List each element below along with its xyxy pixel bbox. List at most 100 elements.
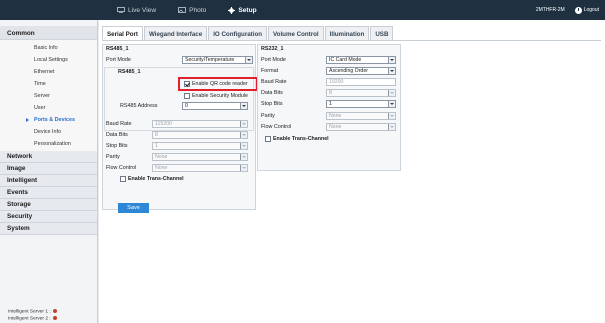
rs232-data-bits-select[interactable]: 8 [326, 89, 396, 97]
chevron-down-icon [240, 132, 247, 138]
rs485-flow-label: Flow Control [106, 165, 137, 171]
logout-label: Logout [583, 7, 599, 13]
tab-volume-control[interactable]: Volume Control [268, 26, 324, 41]
rs232-format-label: Format [261, 68, 279, 74]
rs485-port-mode-value: Security/Temperature [185, 57, 235, 63]
rs485-data-bits-select[interactable]: 8 [152, 131, 248, 139]
photo-icon [178, 7, 187, 13]
chevron-down-icon [240, 143, 247, 149]
rs232-port-mode-select[interactable]: IC Card Mode [326, 56, 396, 64]
rs485-trans-checkbox[interactable] [120, 176, 126, 182]
sidebar-item-ports-devices[interactable]: Ports & Devices [0, 114, 97, 126]
chevron-down-icon [388, 68, 395, 74]
sidebar-group-image[interactable]: Image [0, 163, 97, 175]
qr-reader-checkbox[interactable] [184, 81, 190, 87]
rs485-stop-bits-value: 1 [155, 143, 158, 149]
sidebar-group-events[interactable]: Events [0, 187, 97, 199]
sidebar-group-system[interactable]: System [0, 223, 97, 235]
rs232-flow-label: Flow Control [261, 124, 292, 130]
rs232-baud-input[interactable]: 19200 [326, 78, 396, 86]
rs485-trans-label: Enable Trans-Channel [128, 176, 184, 182]
rs485-baud-select[interactable]: 115200 [152, 120, 248, 128]
rs232-data-bits-value: 8 [329, 90, 332, 96]
rs232-stop-bits-label: Stop Bits [261, 101, 283, 107]
rs485-parity-select[interactable]: None [152, 153, 248, 161]
nav-photo-label: Photo [189, 6, 207, 14]
rs232-baud-label: Baud Rate [261, 79, 287, 85]
nav-setup[interactable]: Setup [228, 6, 257, 14]
rs485-flow-select[interactable]: None [152, 164, 248, 172]
chevron-down-icon [388, 101, 395, 107]
rs485-port-mode-label: Port Mode [106, 57, 131, 63]
rs485-port-mode-select[interactable]: Security/Temperature [182, 56, 253, 64]
chevron-down-icon [388, 113, 395, 119]
tab-wiegand-interface[interactable]: Wiegand Interface [143, 26, 208, 41]
sidebar-group-network[interactable]: Network [0, 151, 97, 163]
sidebar-item-ethernet[interactable]: Ethernet [0, 66, 97, 78]
rs232-port-mode-value: IC Card Mode [329, 57, 362, 63]
rs485-baud-value: 115200 [155, 121, 172, 127]
rs232-parity-select[interactable]: None [326, 112, 396, 120]
sidebar-group-storage[interactable]: Storage [0, 199, 97, 211]
server-1-label: Intelligent Server 1 : [8, 309, 51, 315]
server-2-label: Intelligent Server 2 : [8, 316, 51, 321]
rs232-port-mode-label: Port Mode [261, 57, 286, 63]
rs485-stop-bits-label: Stop Bits [106, 143, 128, 149]
sidebar-item-server[interactable]: Server [0, 90, 97, 102]
sidebar-group-security[interactable]: Security [0, 211, 97, 223]
rs232-format-select[interactable]: Ascending Order [326, 67, 396, 75]
nav-live-view[interactable]: Live View [117, 7, 156, 14]
rs232-trans-label: Enable Trans-Channel [273, 136, 329, 142]
top-nav: Live View Photo Setup [117, 0, 279, 20]
sidebar: Common Basic Info Local Settings Etherne… [0, 20, 98, 323]
chevron-down-icon [240, 103, 247, 109]
tab-usb[interactable]: USB [370, 26, 394, 41]
rs485-address-label: RS485 Address [120, 103, 158, 109]
nav-setup-label: Setup [238, 6, 257, 14]
rs485-stop-bits-select[interactable]: 1 [152, 142, 248, 150]
rs232-flow-select[interactable]: None [326, 123, 396, 131]
nav-live-view-label: Live View [128, 6, 157, 14]
chevron-down-icon [240, 165, 247, 171]
chevron-down-icon [240, 121, 247, 127]
rs232-trans-checkbox[interactable] [265, 136, 271, 142]
sidebar-item-user[interactable]: User [0, 102, 97, 114]
rs232-parity-label: Parity [261, 113, 275, 119]
sidebar-group-common[interactable]: Common [0, 26, 97, 40]
rs485-data-bits-value: 8 [155, 132, 158, 138]
rs232-stop-bits-value: 1 [329, 101, 332, 107]
device-name: 2MTHFR-2M [535, 7, 565, 13]
chevron-down-icon [388, 57, 395, 63]
sidebar-item-device-info[interactable]: Device Info [0, 126, 97, 138]
server-2-status: Intelligent Server 2 : [8, 315, 57, 322]
nav-photo[interactable]: Photo [178, 7, 206, 14]
rs485-parity-value: None [155, 154, 168, 160]
qr-reader-label: Enable QR code reader [192, 81, 248, 87]
rs485-data-bits-label: Data Bits [106, 132, 128, 138]
security-module-checkbox[interactable] [184, 93, 190, 99]
status-dot-icon [52, 309, 57, 314]
logout-button[interactable]: Logout [574, 6, 599, 14]
tab-io-configuration[interactable]: IO Configuration [208, 26, 268, 41]
chevron-down-icon [240, 154, 247, 160]
rs485-baud-label: Baud Rate [106, 121, 132, 127]
rs485-parity-label: Parity [106, 154, 120, 160]
tab-illumination[interactable]: Illumination [324, 26, 370, 41]
sidebar-item-time[interactable]: Time [0, 78, 97, 90]
rs485-address-select[interactable]: 0 [182, 102, 248, 110]
tab-bar: Serial Port Wiegand Interface IO Configu… [102, 26, 394, 41]
rs232-title: RS232_1 [261, 46, 284, 52]
rs232-stop-bits-select[interactable]: 1 [326, 100, 396, 108]
top-bar: Live View Photo Setup 2MTHFR-2M Logout [0, 0, 605, 20]
monitor-icon [117, 7, 125, 13]
server-1-status: Intelligent Server 1 : [8, 309, 57, 315]
sidebar-item-personalization[interactable]: Personalization [0, 138, 97, 150]
sidebar-item-local-settings[interactable]: Local Settings [0, 54, 97, 66]
sidebar-item-basic-info[interactable]: Basic Info [0, 42, 97, 54]
top-right: 2MTHFR-2M Logout [536, 0, 599, 20]
tab-serial-port[interactable]: Serial Port [102, 26, 143, 41]
sidebar-group-intelligent[interactable]: Intelligent [0, 175, 97, 187]
save-button[interactable]: Save [118, 203, 149, 213]
rs485-sub-title: RS485_1 [118, 69, 141, 75]
rs485-flow-value: None [155, 165, 168, 171]
